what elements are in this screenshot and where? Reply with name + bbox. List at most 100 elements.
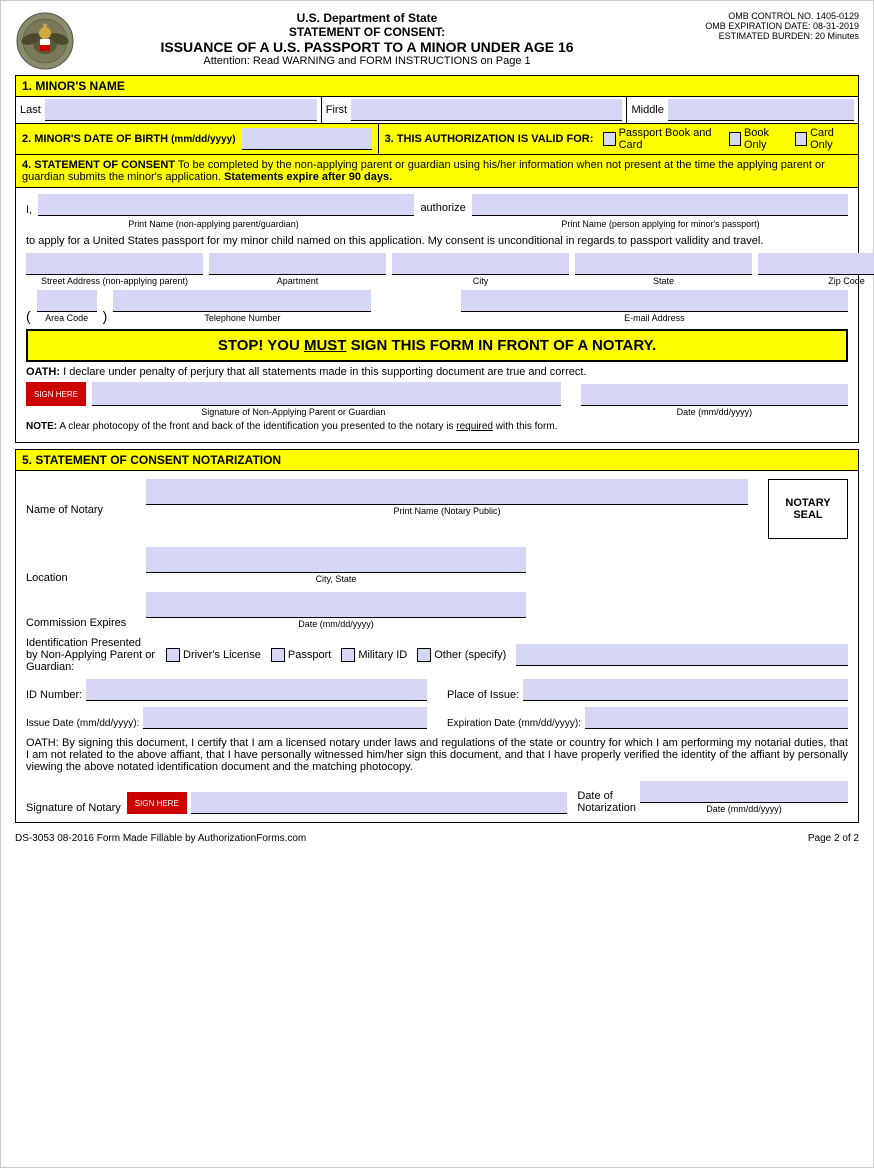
commission-label: Commission Expires <box>26 617 136 629</box>
stop-box: STOP! YOU MUST SIGN THIS FORM IN FRONT O… <box>26 329 848 362</box>
notary-sig-input[interactable] <box>191 792 568 814</box>
last-name-input[interactable] <box>45 99 317 121</box>
other-specify-input[interactable] <box>516 644 848 666</box>
date-label: Date (mm/dd/yyyy) <box>581 407 848 417</box>
city-input[interactable] <box>392 253 569 275</box>
name-of-notary-label: Name of Notary <box>26 504 136 516</box>
section3-label: 3. THIS AUTHORIZATION IS VALID FOR: <box>385 133 594 145</box>
notary-name-input[interactable] <box>146 479 748 505</box>
section2-label: 2. MINOR'S DATE OF BIRTH (mm/dd/yyyy) <box>22 133 236 145</box>
email-label: E-mail Address <box>461 313 848 323</box>
notary-oath-text: OATH: By signing this document, I certif… <box>26 737 848 773</box>
area-code-input[interactable] <box>37 290 97 312</box>
sig-notary-row: Signature of Notary SIGN HERE Date of No… <box>26 781 848 814</box>
applying-parent-name-input[interactable] <box>472 194 848 216</box>
valid-for-options: Passport Book and Card Book Only Card On… <box>603 127 852 151</box>
expiration-date-label: Expiration Date (mm/dd/yyyy): <box>447 718 581 729</box>
issuance-title: ISSUANCE OF A U.S. PASSPORT TO A MINOR U… <box>75 39 659 55</box>
notary-name-seal-row: Name of Notary Print Name (Notary Public… <box>26 479 848 539</box>
issue-date-label: Issue Date (mm/dd/yyyy): <box>26 718 139 729</box>
place-of-issue-input[interactable] <box>523 679 848 701</box>
state-input[interactable] <box>575 253 752 275</box>
checkbox-military[interactable] <box>341 648 355 662</box>
notary-seal: NOTARY SEAL <box>768 479 848 539</box>
option-book-card: Passport Book and Card <box>603 127 720 151</box>
military-checkbox-item: Military ID <box>341 648 407 662</box>
section4-expire: Statements expire after 90 days. <box>224 171 392 183</box>
email-input[interactable] <box>461 290 848 312</box>
oath-row: OATH: I declare under penalty of perjury… <box>26 366 848 378</box>
street-address-input[interactable] <box>26 253 203 275</box>
section4-header: 4. STATEMENT OF CONSENT To be completed … <box>15 155 859 188</box>
option-card-only-label: Card Only <box>810 127 852 151</box>
phone-input[interactable] <box>113 290 371 312</box>
dates-row: Issue Date (mm/dd/yyyy): Expiration Date… <box>26 707 848 729</box>
id-presented-row: Identification Presented by Non-Applying… <box>26 637 848 673</box>
checkbox-passport[interactable] <box>271 648 285 662</box>
commission-date-label: Date (mm/dd/yyyy) <box>146 619 526 629</box>
statement-title: STATEMENT OF CONSENT: <box>75 25 659 39</box>
i-label: I, <box>26 204 32 216</box>
checkbox-book-card[interactable] <box>603 132 615 146</box>
middle-name-cell: Middle <box>627 97 858 123</box>
military-label: Military ID <box>358 649 407 661</box>
expiration-date-input[interactable] <box>585 707 848 729</box>
city-state-label: City, State <box>146 574 526 584</box>
oath-text: I declare under penalty of perjury that … <box>63 366 586 378</box>
city-label: City <box>392 276 569 286</box>
checkbox-card-only[interactable] <box>795 132 807 146</box>
zip-input[interactable] <box>758 253 874 275</box>
signature-input[interactable] <box>92 382 561 406</box>
zip-label: Zip Code <box>758 276 874 286</box>
location-input[interactable] <box>146 547 526 573</box>
notarization-date-format: Date (mm/dd/yyyy) <box>640 804 848 814</box>
sig-date-input[interactable] <box>581 384 848 406</box>
option-book-only: Book Only <box>729 127 787 151</box>
notarization-date-input[interactable] <box>640 781 848 803</box>
other-checkbox-item: Other (specify) <box>417 648 506 662</box>
first-name-input[interactable] <box>351 99 622 121</box>
checkbox-book-only[interactable] <box>729 132 741 146</box>
issue-date-input[interactable] <box>143 707 427 729</box>
header-center: U.S. Department of State STATEMENT OF CO… <box>75 11 659 67</box>
checkbox-other[interactable] <box>417 648 431 662</box>
notarization-date-col: Date of Notarization Date (mm/dd/yyyy) <box>577 781 848 814</box>
dob-input[interactable] <box>242 128 372 150</box>
section2-area: 2. MINOR'S DATE OF BIRTH (mm/dd/yyyy) <box>16 124 379 154</box>
print-name-1-label: Print Name (non-applying parent/guardian… <box>26 219 401 229</box>
section1-header: 1. MINOR'S NAME <box>15 75 859 97</box>
area-code-label: Area Code <box>37 313 97 323</box>
close-paren: ) <box>103 309 108 323</box>
commission-date-input[interactable] <box>146 592 526 618</box>
oath-label: OATH: <box>26 366 60 378</box>
id-number-label: ID Number: <box>26 689 82 701</box>
section5-body: Name of Notary Print Name (Notary Public… <box>15 471 859 823</box>
estimated-burden: ESTIMATED BURDEN: 20 Minutes <box>659 31 859 41</box>
checkbox-dl[interactable] <box>166 648 180 662</box>
red-badge-notary: SIGN HERE <box>127 792 187 814</box>
open-paren: ( <box>26 309 31 323</box>
svg-text:★: ★ <box>41 21 48 30</box>
signature-col: SIGN HERE Signature of Non-Applying Pare… <box>26 382 561 417</box>
phone-label: Telephone Number <box>113 313 371 323</box>
date-notarization-label: Date of Notarization <box>577 790 636 814</box>
middle-name-input[interactable] <box>668 99 854 121</box>
place-of-issue-label: Place of Issue: <box>447 689 519 701</box>
page-number: Page 2 of 2 <box>808 833 859 844</box>
notary-name-area: Name of Notary Print Name (Notary Public… <box>26 479 748 516</box>
authorize-label: authorize <box>420 202 465 216</box>
section4-title: 4. STATEMENT OF CONSENT <box>22 159 175 171</box>
dl-label: Driver's License <box>183 649 261 661</box>
first-label: First <box>326 104 347 116</box>
location-label: Location <box>26 572 136 584</box>
last-name-cell: Last <box>16 97 322 123</box>
passport-checkbox-item: Passport <box>271 648 331 662</box>
middle-label: Middle <box>631 104 663 116</box>
id-number-input[interactable] <box>86 679 427 701</box>
red-badge-sig: SIGN HERE <box>26 382 86 406</box>
state-label: State <box>575 276 752 286</box>
non-applying-parent-name-input[interactable] <box>38 194 414 216</box>
street-label: Street Address (non-applying parent) <box>26 276 203 286</box>
apartment-input[interactable] <box>209 253 386 275</box>
commission-row: Commission Expires Date (mm/dd/yyyy) <box>26 592 848 629</box>
